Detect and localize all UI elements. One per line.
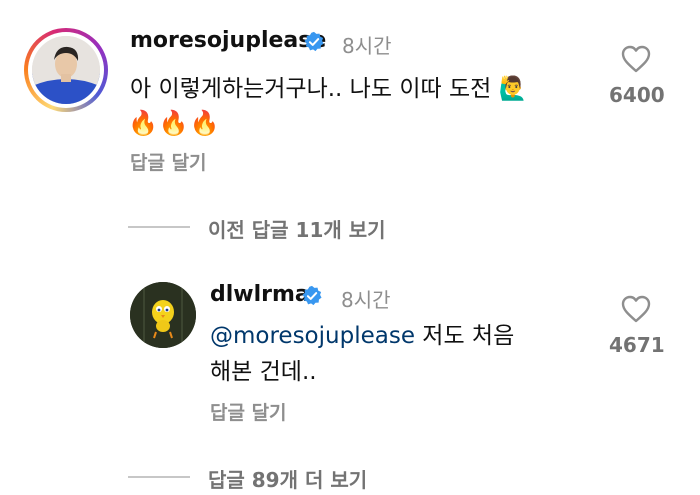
reply-button[interactable]: 답글 달기 xyxy=(210,398,287,425)
like-count: 4671 xyxy=(609,333,665,357)
avatar-moresojuplease[interactable] xyxy=(24,28,108,112)
view-more-replies-button[interactable]: 답글 89개 더 보기 xyxy=(208,464,367,493)
avatar-photo xyxy=(32,36,100,104)
comment-text: 저도 처음 xyxy=(422,323,515,349)
comment-username[interactable]: dlwlrma xyxy=(210,282,310,307)
comment-time: 8시간 xyxy=(342,34,392,58)
avatar-ring-gap xyxy=(28,32,104,108)
verified-badge-icon xyxy=(301,285,323,311)
comment-emojis: 🔥🔥🔥 xyxy=(128,109,221,137)
heart-icon[interactable] xyxy=(620,44,652,78)
divider-line xyxy=(128,226,190,228)
avatar-tweety-image xyxy=(130,282,196,348)
heart-icon[interactable] xyxy=(620,294,652,328)
reply-button[interactable]: 답글 달기 xyxy=(130,148,207,175)
avatar-dlwlrma[interactable] xyxy=(130,282,196,348)
comment-time: 8시간 xyxy=(341,288,391,312)
view-previous-replies-button[interactable]: 이전 답글 11개 보기 xyxy=(208,214,386,243)
comment-username[interactable]: moresojuplease xyxy=(130,28,326,53)
comment-text-line1: @moresojuplease 저도 처음 xyxy=(210,318,514,354)
comment-text-line2: 해본 건데.. xyxy=(210,359,317,385)
verified-badge-icon xyxy=(303,31,325,57)
like-count: 6400 xyxy=(609,83,665,107)
comment-text: 아 이렇게하는거구나.. 나도 이따 도전 🙋‍♂️ xyxy=(130,76,528,102)
mention-link[interactable]: @moresojuplease xyxy=(210,323,415,349)
divider-line xyxy=(128,476,190,478)
